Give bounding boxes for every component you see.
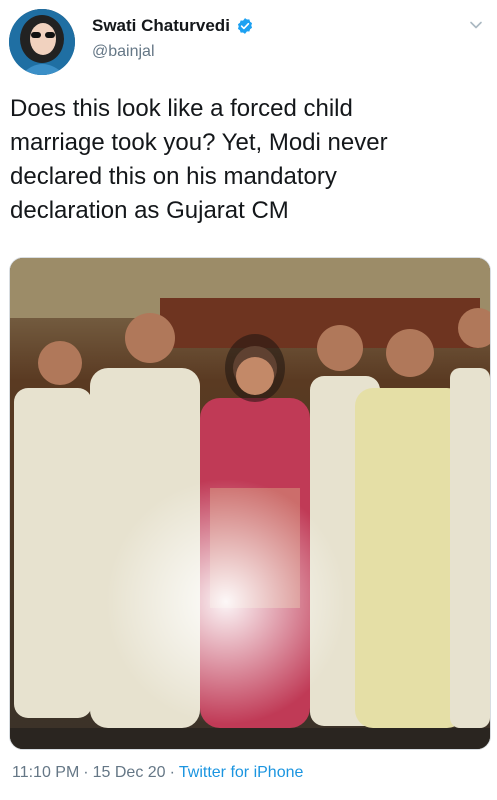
chevron-down-icon[interactable] [469, 18, 483, 32]
tweet-source-link[interactable]: Twitter for iPhone [179, 764, 304, 782]
tweet-time[interactable]: 11:10 PM [12, 764, 79, 782]
author-handle[interactable]: @bainjal [92, 43, 155, 61]
meta-separator: · [169, 764, 175, 781]
tweet-photo[interactable] [9, 257, 491, 750]
verified-badge-icon [237, 18, 252, 34]
tweet-text: Does this look like a forced child marri… [10, 95, 388, 224]
tweet-date[interactable]: 15 Dec 20 [93, 764, 166, 782]
tweet-meta: 11:10 PM · 15 Dec 20 · Twitter for iPhon… [12, 764, 303, 782]
author-display-name[interactable]: Swati Chaturvedi [92, 16, 230, 36]
author-name-row: Swati Chaturvedi [92, 16, 254, 36]
avatar[interactable] [9, 9, 75, 75]
meta-separator: · [83, 764, 89, 781]
